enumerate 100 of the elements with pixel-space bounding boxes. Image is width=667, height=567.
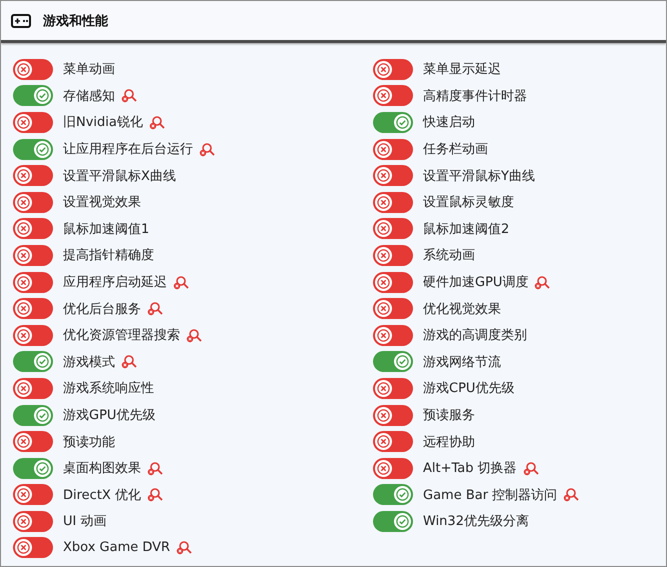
close-icon — [17, 382, 30, 395]
toggle-switch[interactable] — [373, 298, 413, 320]
toggle-switch[interactable] — [373, 192, 413, 213]
toggle-switch[interactable] — [373, 510, 413, 532]
setting-label: 桌面构图效果 — [63, 460, 141, 478]
toggle-switch[interactable] — [373, 404, 413, 426]
close-icon — [377, 435, 390, 448]
close-icon — [17, 514, 30, 528]
toggle-switch[interactable] — [373, 58, 413, 80]
close-icon — [17, 169, 30, 182]
setting-label: 预读服务 — [423, 407, 475, 424]
check-icon — [36, 142, 49, 156]
close-icon — [17, 541, 30, 554]
setting-label: 鼠标加速阈值1 — [63, 220, 150, 238]
setting-label: 游戏模式 — [63, 354, 115, 371]
setting-label: Win32优先级分离 — [423, 513, 529, 530]
close-icon — [377, 276, 390, 289]
toggle-switch[interactable] — [13, 431, 53, 452]
toggle-switch[interactable] — [13, 510, 53, 532]
setting-label: Xbox Game DVR — [63, 540, 170, 556]
setting-label: 优化资源管理器搜索 — [63, 327, 180, 344]
toggle-switch[interactable] — [13, 138, 53, 160]
setting-label: 远程协助 — [423, 434, 475, 451]
toggle-switch[interactable] — [373, 431, 413, 452]
check-icon — [396, 116, 409, 129]
setting-label: 游戏CPU优先级 — [423, 380, 514, 398]
setting-label: 设置鼠标灵敏度 — [423, 194, 514, 212]
setting-label: 游戏系统响应性 — [63, 380, 154, 398]
toggle-switch[interactable] — [373, 112, 413, 133]
toggle-switch[interactable] — [373, 484, 413, 506]
toggle-switch[interactable] — [373, 272, 413, 293]
close-icon — [377, 196, 390, 209]
toggle-switch[interactable] — [13, 298, 53, 320]
setting-label: Alt+Tab 切换器 — [423, 460, 517, 478]
setting-label: 设置平滑鼠标X曲线 — [63, 168, 176, 185]
toggle-switch[interactable] — [13, 85, 53, 106]
close-icon — [17, 302, 30, 316]
close-icon — [377, 62, 390, 76]
toggle-switch[interactable] — [13, 351, 53, 372]
setting-label: 设置平滑鼠标Y曲线 — [423, 168, 535, 185]
toggle-switch[interactable] — [373, 138, 413, 160]
close-icon — [377, 248, 390, 262]
close-icon — [377, 328, 390, 342]
setting-label: 高精度事件计时器 — [423, 88, 527, 105]
window-title: 游戏和性能 — [43, 12, 108, 30]
setting-label: 优化视觉效果 — [423, 300, 501, 318]
toggle-switch[interactable] — [13, 244, 53, 266]
setting-label: 菜单显示延迟 — [423, 61, 501, 78]
toggle-switch[interactable] — [373, 244, 413, 266]
close-icon — [377, 302, 390, 316]
close-icon — [17, 62, 30, 76]
toggle-switch[interactable] — [373, 85, 413, 106]
close-icon — [377, 462, 390, 475]
close-icon — [377, 222, 390, 236]
toggle-switch[interactable] — [13, 537, 53, 558]
toggle-switch[interactable] — [13, 112, 53, 133]
setting-label: 系统动画 — [423, 247, 475, 264]
check-icon — [396, 355, 409, 368]
toggle-switch[interactable] — [13, 165, 53, 186]
close-icon — [377, 142, 390, 156]
close-icon — [17, 116, 30, 129]
toggle-switch[interactable] — [373, 165, 413, 186]
check-icon — [36, 462, 49, 475]
toggle-switch[interactable] — [13, 458, 53, 479]
setting-label: 预读功能 — [63, 434, 115, 451]
setting-label: 硬件加速GPU调度 — [423, 274, 528, 292]
setting-label: 让应用程序在后台运行 — [63, 141, 193, 158]
toggle-switch[interactable] — [373, 458, 413, 479]
close-icon — [377, 382, 390, 395]
close-icon — [17, 248, 30, 262]
toggle-switch[interactable] — [13, 272, 53, 293]
toggle-switch[interactable] — [13, 324, 53, 346]
setting-label: 存储感知 — [63, 88, 115, 105]
toggle-switch[interactable] — [373, 378, 413, 399]
close-icon — [17, 196, 30, 209]
close-icon — [17, 276, 30, 289]
setting-label: 菜单动画 — [63, 61, 115, 78]
close-icon — [17, 435, 30, 448]
check-icon — [36, 355, 49, 368]
toggle-switch[interactable] — [373, 324, 413, 346]
setting-label: 旧Nvidia锐化 — [63, 114, 143, 132]
gamepad-icon — [11, 14, 31, 28]
setting-label: UI 动画 — [63, 513, 106, 530]
toggle-switch[interactable] — [13, 484, 53, 506]
toggle-switch[interactable] — [13, 404, 53, 426]
toggle-switch[interactable] — [13, 218, 53, 240]
close-icon — [17, 488, 30, 502]
toggle-switch[interactable] — [13, 58, 53, 80]
toggle-switch[interactable] — [13, 192, 53, 213]
setting-label: 提高指针精确度 — [63, 247, 154, 264]
close-icon — [377, 89, 390, 102]
toggle-switch[interactable] — [373, 218, 413, 240]
setting-label: 优化后台服务 — [63, 300, 141, 318]
check-icon — [396, 488, 409, 502]
toggle-switch[interactable] — [373, 351, 413, 372]
setting-label: 鼠标加速阈值2 — [423, 220, 510, 238]
setting-label: 应用程序启动延迟 — [63, 274, 167, 292]
toggle-switch[interactable] — [13, 378, 53, 399]
check-icon — [36, 89, 49, 102]
setting-label: 设置视觉效果 — [63, 194, 141, 212]
